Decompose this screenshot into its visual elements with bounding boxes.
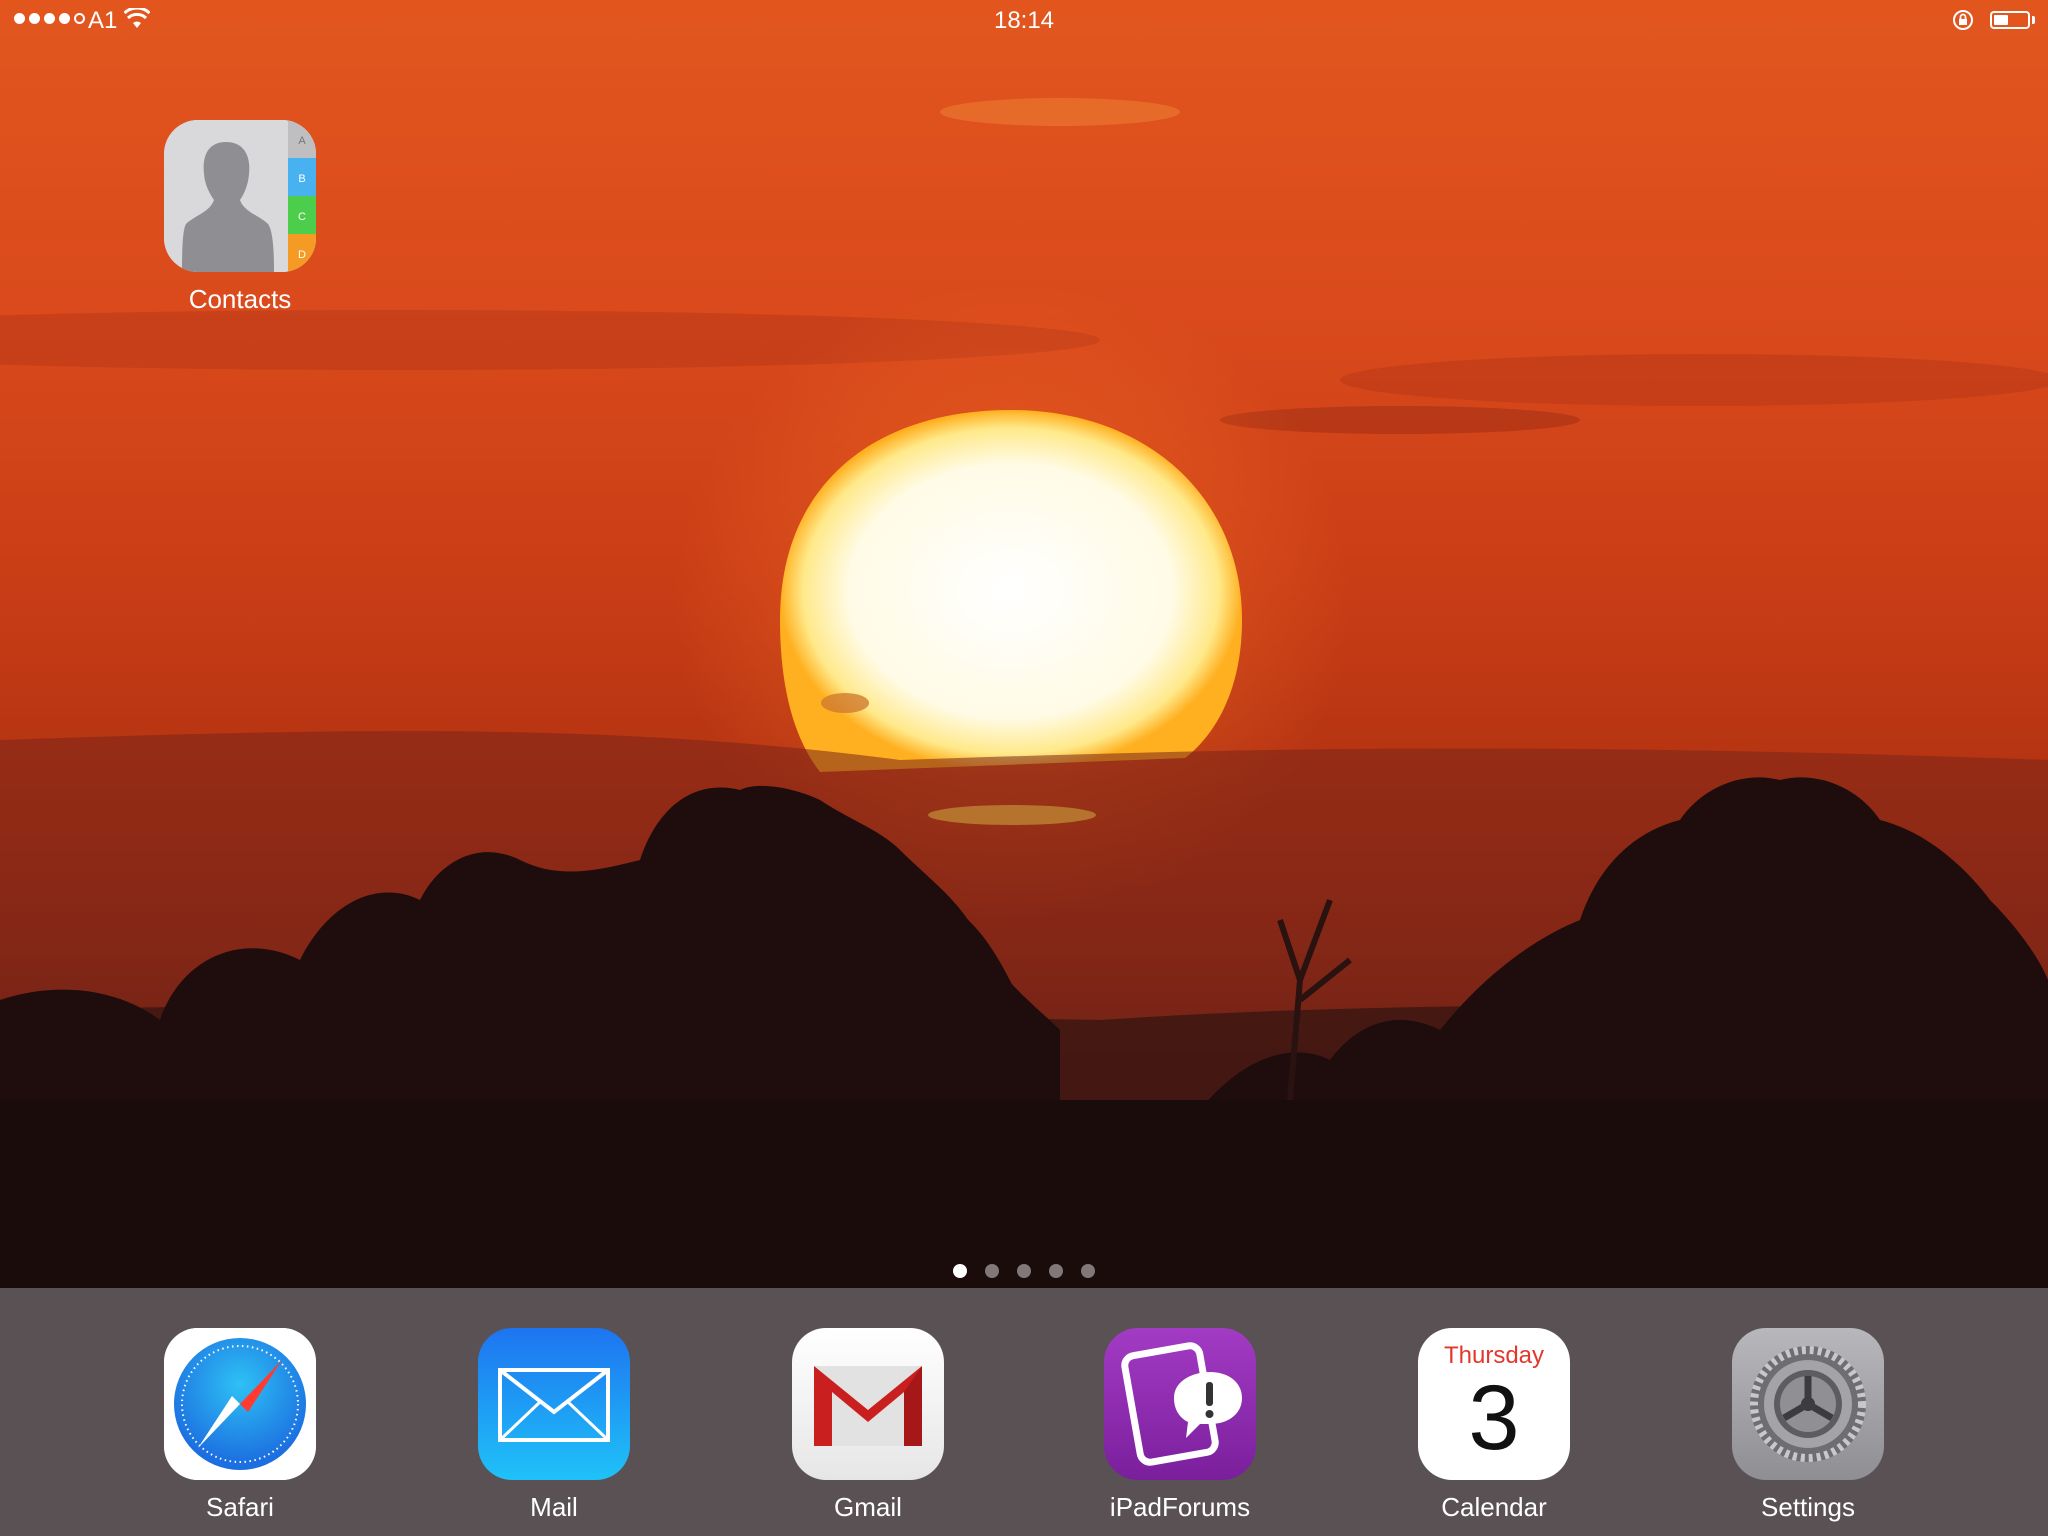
svg-text:C: C (298, 211, 306, 223)
app-label: Safari (206, 1492, 274, 1522)
app-mail[interactable]: Mail (454, 1328, 654, 1523)
safari-compass-icon (164, 1328, 316, 1480)
app-label: Calendar (1441, 1492, 1547, 1522)
gmail-icon (792, 1328, 944, 1480)
app-label: Gmail (834, 1492, 902, 1522)
battery-tip (2032, 16, 2035, 24)
app-label: Contacts (188, 284, 292, 314)
app-contacts[interactable]: A B C D Contacts (140, 120, 340, 315)
page-indicator[interactable] (0, 1264, 2048, 1278)
page-dot[interactable] (1081, 1264, 1095, 1278)
contacts-icon: A B C D (164, 120, 316, 272)
rotation-lock-icon (1952, 9, 1974, 38)
calendar-day-number: 3 (1468, 1367, 1520, 1469)
page-dot[interactable] (1017, 1264, 1031, 1278)
calendar-icon: Thursday 3 (1418, 1328, 1570, 1480)
battery-level (1994, 15, 2008, 25)
app-label: iPadForums (1109, 1492, 1251, 1522)
app-safari[interactable]: Safari (140, 1328, 340, 1523)
ipadforums-icon (1104, 1328, 1256, 1480)
app-settings[interactable]: Settings (1708, 1328, 1908, 1523)
settings-gear-icon (1732, 1328, 1884, 1480)
svg-text:A: A (298, 135, 306, 147)
page-dot[interactable] (953, 1264, 967, 1278)
app-gmail[interactable]: Gmail (768, 1328, 968, 1523)
status-time: 18:14 (993, 7, 1055, 34)
battery-icon (1990, 11, 2030, 29)
svg-text:D: D (298, 249, 306, 261)
app-calendar[interactable]: Thursday 3 Calendar (1394, 1328, 1594, 1523)
page-dot[interactable] (985, 1264, 999, 1278)
mail-envelope-icon (478, 1328, 630, 1480)
app-label: Mail (530, 1492, 578, 1522)
app-ipadforums[interactable]: iPadForums (1080, 1328, 1280, 1523)
svg-text:B: B (298, 173, 305, 185)
app-label: Settings (1761, 1492, 1855, 1522)
page-dot[interactable] (1049, 1264, 1063, 1278)
status-bar: A1 18:14 (0, 0, 2048, 40)
